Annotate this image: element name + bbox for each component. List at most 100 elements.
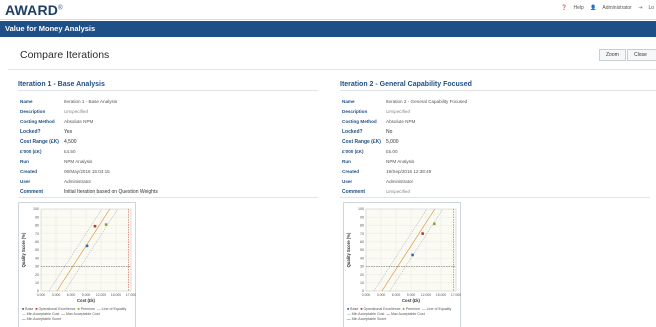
legend-swatch: — xyxy=(97,307,102,311)
logout-link[interactable]: Lo xyxy=(648,5,654,11)
legend-item[interactable]: — Line of Equality xyxy=(422,307,451,311)
data-point xyxy=(421,232,424,235)
x-tick-label: 9.000 xyxy=(407,293,416,297)
x-axis-label: Cost (£k) xyxy=(77,298,96,303)
legend-item[interactable]: ■ Premium xyxy=(403,307,421,311)
legend-item[interactable]: — Line of Equality xyxy=(97,307,126,311)
vfm-chart-plot: 01020304050607080901000.000 3.000 6.000 9.0… xyxy=(346,207,461,303)
chart-legend: ■ Base ■ Operational Excellence ■ Premium —… xyxy=(347,307,462,322)
user-icon[interactable]: 👤 xyxy=(590,5,596,11)
top-bar: AWARD® ❓ Help 👤 Administrator ⇥ Lo xyxy=(0,0,656,20)
legend-swatch: ■ xyxy=(35,307,39,311)
legend-item[interactable]: — Min Acceptable Cost xyxy=(22,312,59,316)
legend-item[interactable]: ■ Operational Excellence xyxy=(360,307,400,311)
vfm-chart-plot: 01020304050607080901000.000 3.000 6.000 9.0… xyxy=(21,207,136,303)
y-tick-label: 10 xyxy=(360,281,364,285)
legend-item[interactable]: — Max Acceptable Cost xyxy=(386,312,424,316)
x-tick-label: 15.000 xyxy=(436,293,446,297)
legend-item[interactable]: ■ Operational Excellence xyxy=(35,307,75,311)
legend-item[interactable]: ■ Premium xyxy=(78,307,96,311)
y-tick-label: 20 xyxy=(35,273,39,277)
legend-swatch: ■ xyxy=(77,307,81,311)
vfm-chart: 0 10 20 30 40 50 60 70 80 90 100 0.000 3.000 6.000 9.0… xyxy=(18,202,136,327)
data-point xyxy=(85,244,89,248)
y-tick-label: 80 xyxy=(35,224,39,228)
prop-value-run: NPM Analysis xyxy=(64,159,93,164)
prop-value-description: Unspecified xyxy=(64,109,89,114)
data-point xyxy=(104,223,108,226)
prop-value-comment: Unspecified xyxy=(386,189,411,194)
zoom-button[interactable]: Zoom xyxy=(599,49,626,61)
prop-value-cost-range: 4,500 xyxy=(64,139,77,145)
data-point xyxy=(411,253,414,257)
y-tick-label: 100 xyxy=(358,207,364,211)
legend-swatch: ■ xyxy=(360,307,364,311)
y-tick-label: 60 xyxy=(35,240,39,244)
section-title: Value for Money Analysis xyxy=(5,24,96,33)
legend-item[interactable]: — Min Acceptable Cost xyxy=(347,312,384,316)
x-tick-label: 0.000 xyxy=(362,293,371,297)
y-tick-label: 40 xyxy=(35,256,39,260)
legend-swatch: — xyxy=(422,307,427,311)
section-bar: Value for Money Analysis xyxy=(0,21,656,37)
prop-value-name: Iteration 2 - General Capability Focused xyxy=(386,99,468,104)
x-tick-label: 6.000 xyxy=(67,293,76,297)
y-tick-label: 70 xyxy=(360,232,364,236)
user-link[interactable]: Administrator xyxy=(602,5,631,11)
help-icon[interactable]: ❓ xyxy=(561,5,567,11)
legend-item[interactable]: — Min Acceptable Score xyxy=(347,317,386,321)
data-point xyxy=(432,222,436,226)
divider xyxy=(18,197,318,198)
y-axis-label: Quality Score (%) xyxy=(346,232,351,267)
prop-value-comment: Initial Iteration based on Question Weig… xyxy=(64,189,158,195)
help-link[interactable]: Help xyxy=(573,5,583,11)
prop-value-user: Administrator xyxy=(64,179,92,184)
y-tick-label: 90 xyxy=(360,215,364,219)
prop-value-locked: Yes xyxy=(64,129,73,135)
legend-swatch: ■ xyxy=(347,307,351,311)
y-tick-label: 30 xyxy=(360,265,364,269)
logout-icon[interactable]: ⇥ xyxy=(638,5,642,11)
legend-swatch: — xyxy=(347,317,352,321)
y-tick-label: 90 xyxy=(35,215,39,219)
legend-swatch: ■ xyxy=(22,307,26,311)
prop-value-costing-method: Absolute NPM xyxy=(386,119,416,124)
prop-value-run: NPM Analysis xyxy=(386,159,415,164)
legend-swatch: — xyxy=(386,312,391,316)
prop-value-cost-range: 5,000 xyxy=(386,139,399,145)
legend-swatch: — xyxy=(347,312,352,316)
prop-value-name: Iteration 1 - Base Analysis xyxy=(64,99,118,104)
data-point xyxy=(93,224,97,228)
iteration-1-panel: Iteration 1 - Base Analysis Name Iteratio… xyxy=(18,81,318,327)
iteration-heading: Iteration 1 - Base Analysis xyxy=(18,81,318,91)
y-axis-label: Quality Score (%) xyxy=(21,232,26,267)
x-tick-label: 6.000 xyxy=(392,293,401,297)
y-tick-label: 40 xyxy=(360,256,364,260)
x-tick-label: 0.000 xyxy=(37,293,46,297)
x-tick-label: 3.000 xyxy=(377,293,386,297)
y-tick-label: 60 xyxy=(360,240,364,244)
y-tick-label: 50 xyxy=(35,248,39,252)
legend-item[interactable]: — Min Acceptable Score xyxy=(22,317,61,321)
x-tick-label: 17.000 xyxy=(451,293,461,297)
close-button[interactable]: Close xyxy=(627,49,656,61)
app-logo[interactable]: AWARD® xyxy=(5,2,63,18)
legend-swatch: — xyxy=(22,317,27,321)
legend-swatch: ■ xyxy=(402,307,406,311)
iteration-2-panel: Iteration 2 - General Capability Focused… xyxy=(340,81,656,327)
x-tick-label: 15.000 xyxy=(111,293,121,297)
x-tick-label: 12.000 xyxy=(96,293,106,297)
page-title: Compare Iterations xyxy=(20,49,110,61)
y-tick-label: 20 xyxy=(360,273,364,277)
prop-value-cost-hint: £4.50 xyxy=(64,149,76,154)
prop-value-created: 06/May/2016 15:04:15 xyxy=(64,169,110,174)
legend-swatch: — xyxy=(61,312,66,316)
prop-value-user: Administrator xyxy=(386,179,414,184)
iteration-heading: Iteration 2 - General Capability Focused xyxy=(340,81,656,91)
prop-value-created: 19/Sep/2016 12:38:49 xyxy=(386,169,432,174)
legend-item[interactable]: ■ Base xyxy=(347,307,358,311)
x-axis-label: Cost (£k) xyxy=(402,298,421,303)
chart-legend: ■ Base ■ Operational Excellence ■ Premium —… xyxy=(22,307,137,322)
legend-item[interactable]: ■ Base xyxy=(22,307,33,311)
legend-item[interactable]: — Max Acceptable Cost xyxy=(61,312,99,316)
